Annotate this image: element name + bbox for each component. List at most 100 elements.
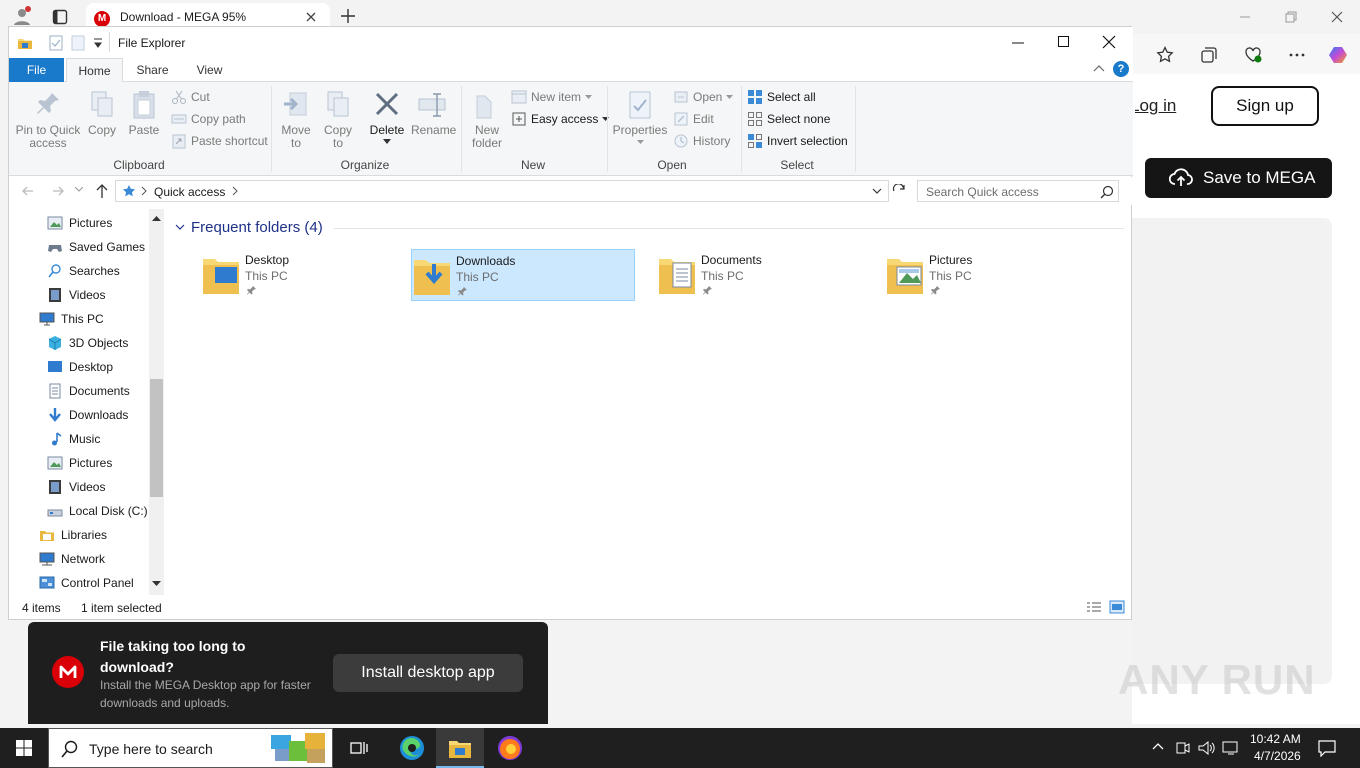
close-tab-icon[interactable] <box>304 10 318 24</box>
folder-tile-desktop[interactable]: Desktop This PC <box>201 249 425 301</box>
taskbar-search-box[interactable]: Type here to search <box>48 728 333 768</box>
network-tray-icon[interactable] <box>1222 740 1240 756</box>
nav-item[interactable]: Documents <box>47 379 130 403</box>
notifications-icon[interactable] <box>1318 739 1336 757</box>
nav-item[interactable]: Videos <box>47 283 105 307</box>
collections-icon[interactable] <box>1200 46 1218 64</box>
refresh-icon[interactable] <box>892 184 906 198</box>
install-desktop-app-button[interactable]: Install desktop app <box>333 654 523 692</box>
nav-item[interactable]: This PC <box>39 307 104 331</box>
edge-taskbar-icon[interactable] <box>398 734 426 762</box>
close-window-icon[interactable] <box>1102 35 1116 49</box>
taskbar-search-icon <box>61 740 79 758</box>
paste-button[interactable]: Paste <box>127 90 161 137</box>
recent-locations-icon[interactable] <box>75 187 83 193</box>
browser-essentials-icon[interactable] <box>1244 46 1262 64</box>
login-link[interactable]: Log in <box>1135 96 1176 116</box>
scroll-down-icon[interactable] <box>152 581 161 587</box>
qat-new-folder-icon[interactable] <box>71 35 85 51</box>
folder-tile-downloads[interactable]: Downloads This PC <box>411 249 635 301</box>
firefox-taskbar-icon[interactable] <box>496 734 524 762</box>
close-browser-icon[interactable] <box>1330 10 1344 24</box>
up-icon[interactable] <box>95 183 109 199</box>
scroll-up-icon[interactable] <box>152 215 161 221</box>
address-dropdown-icon[interactable] <box>872 188 882 195</box>
delete-button[interactable]: Delete <box>367 90 407 145</box>
nav-item[interactable]: Control Panel <box>39 571 134 595</box>
qat-customize-icon[interactable] <box>93 37 103 49</box>
nav-item[interactable]: Pictures <box>47 211 112 235</box>
qat-properties-icon[interactable] <box>49 35 63 51</box>
nav-item[interactable]: Desktop <box>47 355 113 379</box>
nav-item[interactable]: Pictures <box>47 451 112 475</box>
tab-file[interactable]: File <box>9 58 64 82</box>
task-view-icon[interactable] <box>350 740 370 756</box>
large-icons-view-icon[interactable] <box>1109 600 1125 614</box>
tab-share[interactable]: Share <box>125 58 180 82</box>
new-tab-icon[interactable] <box>340 8 356 24</box>
file-explorer-taskbar-button[interactable] <box>436 728 484 768</box>
nav-item[interactable]: Music <box>47 427 100 451</box>
folder-tile-documents[interactable]: Documents This PC <box>657 249 881 301</box>
nav-item[interactable]: Libraries <box>39 523 107 547</box>
search-highlight-icon[interactable] <box>267 731 329 765</box>
search-quick-access-input[interactable]: Search Quick access <box>917 180 1119 202</box>
back-icon[interactable] <box>21 184 35 198</box>
open-button[interactable]: Open <box>673 87 734 107</box>
volume-icon[interactable] <box>1198 740 1216 756</box>
copy-button[interactable]: Copy <box>85 90 119 137</box>
signup-button[interactable]: Sign up <box>1211 86 1319 126</box>
nav-item[interactable]: Videos <box>47 475 105 499</box>
nav-item[interactable]: Network <box>39 547 105 571</box>
breadcrumb-quick-access[interactable]: Quick access <box>154 185 225 199</box>
collapse-ribbon-icon[interactable] <box>1093 64 1105 74</box>
address-box[interactable]: Quick access <box>115 180 889 202</box>
maximize-icon[interactable] <box>1057 35 1071 49</box>
clock-time[interactable]: 10:42 AM <box>1250 732 1301 746</box>
properties-button[interactable]: Properties <box>611 90 669 145</box>
tab-view[interactable]: View <box>182 58 237 82</box>
nav-item[interactable]: Local Disk (C:) <box>47 499 148 523</box>
nav-scroll-thumb[interactable] <box>150 379 163 497</box>
new-item-button[interactable]: New item <box>511 87 593 107</box>
invert-selection-button[interactable]: Invert selection <box>747 131 848 151</box>
forward-icon[interactable] <box>51 184 65 198</box>
move-to-button[interactable]: Move to <box>277 90 315 150</box>
start-button-icon[interactable] <box>16 740 32 756</box>
copy-to-button[interactable]: Copy to <box>319 90 357 150</box>
pin-to-quick-access-button[interactable]: Pin to Quick access <box>13 90 83 150</box>
copy-path-button[interactable]: Copy path <box>171 109 246 129</box>
nav-item[interactable]: Downloads <box>47 403 128 427</box>
paste-shortcut-button[interactable]: Paste shortcut <box>171 131 268 151</box>
easy-access-button[interactable]: Easy access <box>511 109 610 129</box>
folder-location: This PC <box>245 269 288 283</box>
folder-tile-pictures[interactable]: Pictures This PC <box>885 249 1109 301</box>
restore-browser-icon[interactable] <box>1284 10 1298 24</box>
edit-button[interactable]: Edit <box>673 109 714 129</box>
meet-now-icon[interactable] <box>1176 740 1190 756</box>
more-options-icon[interactable] <box>1288 46 1306 64</box>
select-none-button[interactable]: Select none <box>747 109 830 129</box>
favorites-icon[interactable] <box>1156 46 1174 64</box>
breadcrumb-chevron-icon[interactable] <box>232 186 238 196</box>
tab-home[interactable]: Home <box>66 58 123 83</box>
tray-overflow-icon[interactable] <box>1152 742 1164 750</box>
nav-item[interactable]: Searches <box>47 259 120 283</box>
history-button[interactable]: History <box>673 131 730 151</box>
frequent-folders-header[interactable]: Frequent folders (4) <box>175 219 323 236</box>
nav-item[interactable]: 3D Objects <box>47 331 128 355</box>
rename-button[interactable]: Rename <box>411 90 456 137</box>
minimize-browser-icon[interactable] <box>1238 10 1252 24</box>
help-icon[interactable]: ? <box>1113 61 1129 77</box>
tab-actions-icon[interactable] <box>52 9 68 25</box>
nav-item[interactable]: Saved Games <box>47 235 145 259</box>
details-view-icon[interactable] <box>1086 600 1102 614</box>
save-to-mega-button[interactable]: Save to MEGA <box>1145 158 1332 198</box>
minimize-icon[interactable] <box>1011 36 1025 50</box>
clock-date[interactable]: 4/7/2026 <box>1254 749 1301 763</box>
select-all-button[interactable]: Select all <box>747 87 816 107</box>
cut-button[interactable]: Cut <box>171 87 210 107</box>
profile-icon[interactable] <box>12 6 32 26</box>
copilot-icon[interactable] <box>1328 44 1350 66</box>
new-folder-button[interactable]: New folder <box>467 90 507 150</box>
